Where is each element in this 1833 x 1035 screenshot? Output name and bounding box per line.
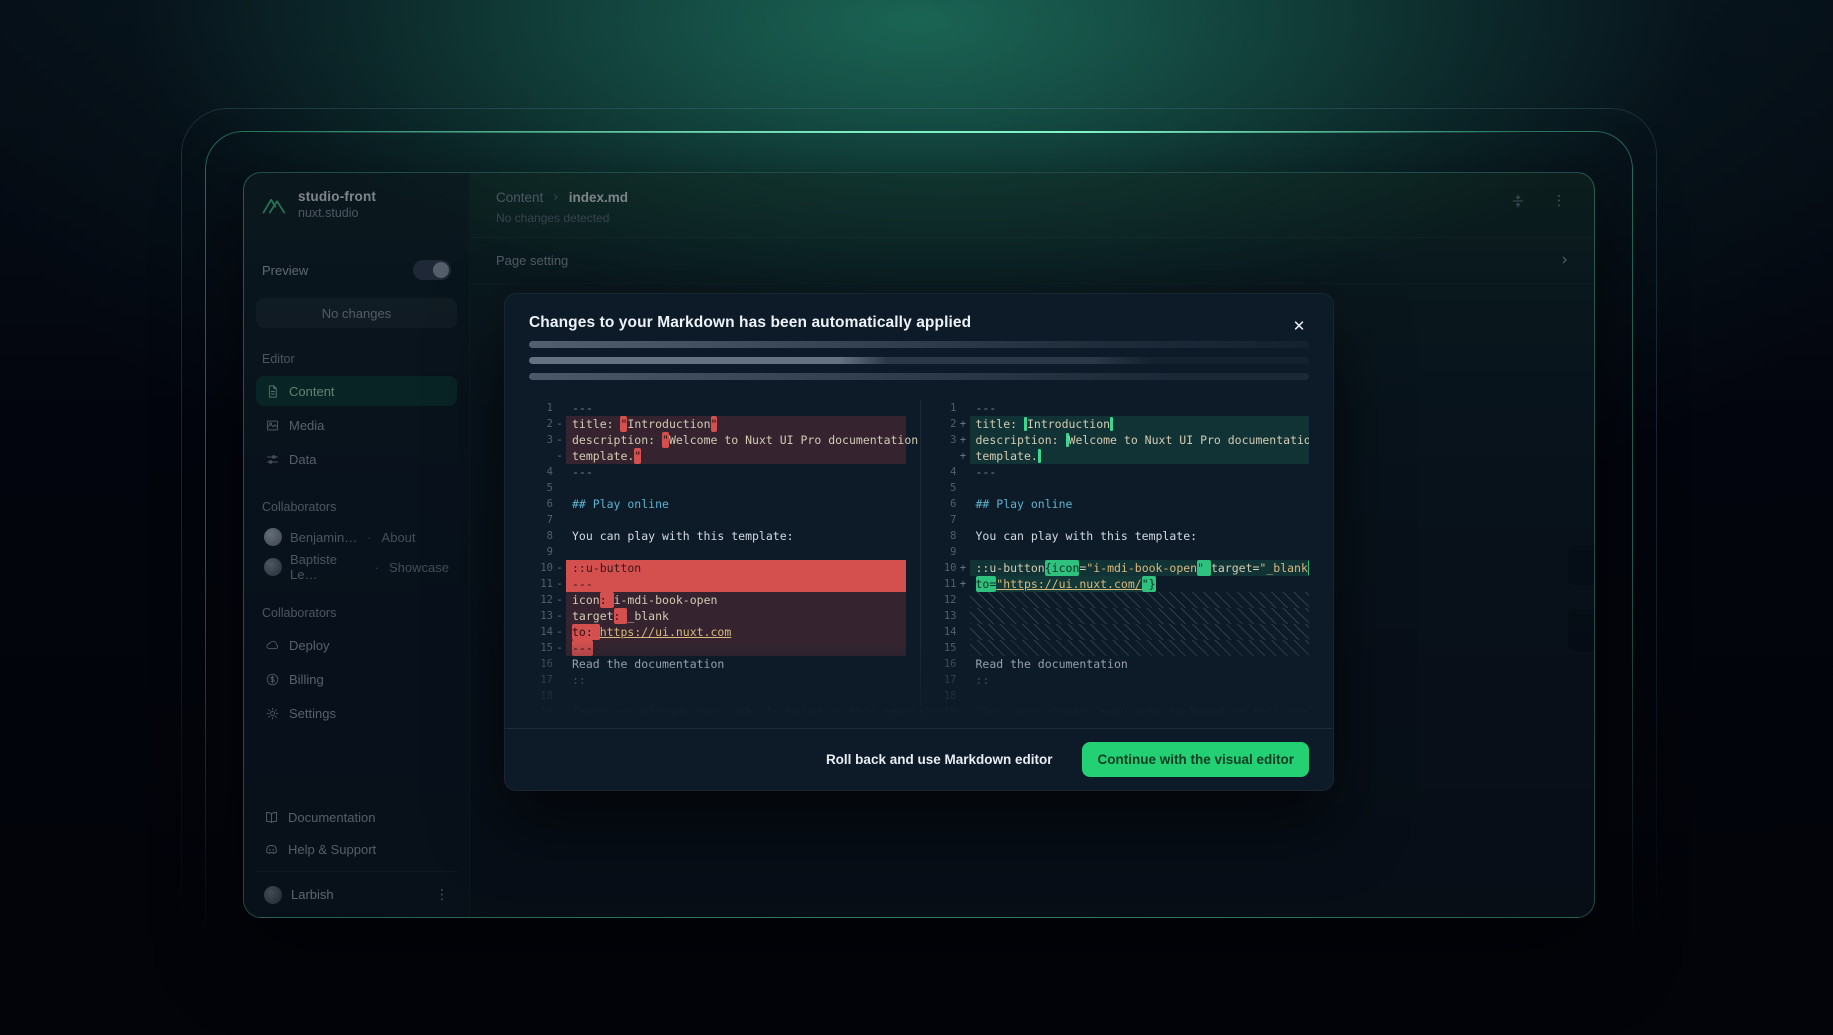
diff-line: 6## Play online	[933, 496, 1310, 512]
skeleton-bar	[529, 373, 1309, 380]
diff-line: 10-::u-button	[529, 560, 906, 576]
diff-line: 2+title: Introduction	[933, 416, 1310, 432]
diff-line: 12	[933, 592, 1310, 608]
diff-line: 15----	[529, 640, 906, 656]
diff-line: 6## Play online	[529, 496, 906, 512]
modal-header: Changes to your Markdown has been automa…	[505, 294, 1333, 386]
diff-line: 19There are already many website based o…	[933, 704, 1310, 718]
diff-line: 5	[529, 480, 906, 496]
diff-line: -template."	[529, 448, 906, 464]
diff-line: 11----	[529, 576, 906, 592]
diff-line: 17::	[529, 672, 906, 688]
diff-line: 8You can play with this template:	[529, 528, 906, 544]
diff-pane-after: 1---2+title: Introduction3+description: …	[920, 400, 1310, 718]
diff-line: 14	[933, 624, 1310, 640]
diff-line: 4---	[529, 464, 906, 480]
modal-title: Changes to your Markdown has been automa…	[529, 314, 1309, 332]
diff-line: 11+to="https://ui.nuxt.com/"}	[933, 576, 1310, 592]
diff-line: 8You can play with this template:	[933, 528, 1310, 544]
diff-line: 17::	[933, 672, 1310, 688]
diff-line: 3+description: Welcome to Nuxt UI Pro do…	[933, 432, 1310, 448]
diff-line: 16Read the documentation	[933, 656, 1310, 672]
rollback-button[interactable]: Roll back and use Markdown editor	[826, 752, 1053, 767]
diff-line: 4---	[933, 464, 1310, 480]
diff-view: 1---2-title: "Introduction"3-description…	[529, 400, 1309, 718]
diff-line: 10+::u-button{icon="i-mdi-book-open" tar…	[933, 560, 1310, 576]
diff-pane-before: 1---2-title: "Introduction"3-description…	[529, 400, 906, 718]
page-background: studio-front nuxt.studio Preview No chan…	[0, 0, 1833, 1035]
diff-line: 18	[933, 688, 1310, 704]
diff-line: 19There are already many website based o…	[529, 704, 906, 718]
diff-line: +template.	[933, 448, 1310, 464]
skeleton-bar	[529, 341, 1309, 348]
markdown-changes-modal: Changes to your Markdown has been automa…	[504, 293, 1334, 791]
skeleton-bar	[529, 357, 1309, 364]
diff-line: 18	[529, 688, 906, 704]
diff-line: 14-to: https://ui.nuxt.com	[529, 624, 906, 640]
diff-line: 1---	[529, 400, 906, 416]
diff-line: 15	[933, 640, 1310, 656]
diff-line: 13-target: _blank	[529, 608, 906, 624]
diff-line: 16Read the documentation	[529, 656, 906, 672]
diff-line: 7	[933, 512, 1310, 528]
diff-line: 3-description: "Welcome to Nuxt UI Pro d…	[529, 432, 906, 448]
diff-line: 12-icon: i-mdi-book-open	[529, 592, 906, 608]
diff-line: 1---	[933, 400, 1310, 416]
diff-line: 5	[933, 480, 1310, 496]
close-icon[interactable]: ✕	[1287, 314, 1311, 338]
continue-visual-editor-button[interactable]: Continue with the visual editor	[1082, 742, 1309, 777]
diff-line: 2-title: "Introduction"	[529, 416, 906, 432]
app-window: studio-front nuxt.studio Preview No chan…	[243, 172, 1595, 918]
modal-footer: Roll back and use Markdown editor Contin…	[505, 728, 1333, 790]
diff-line: 9	[529, 544, 906, 560]
diff-line: 9	[933, 544, 1310, 560]
diff-line: 7	[529, 512, 906, 528]
diff-line: 13	[933, 608, 1310, 624]
